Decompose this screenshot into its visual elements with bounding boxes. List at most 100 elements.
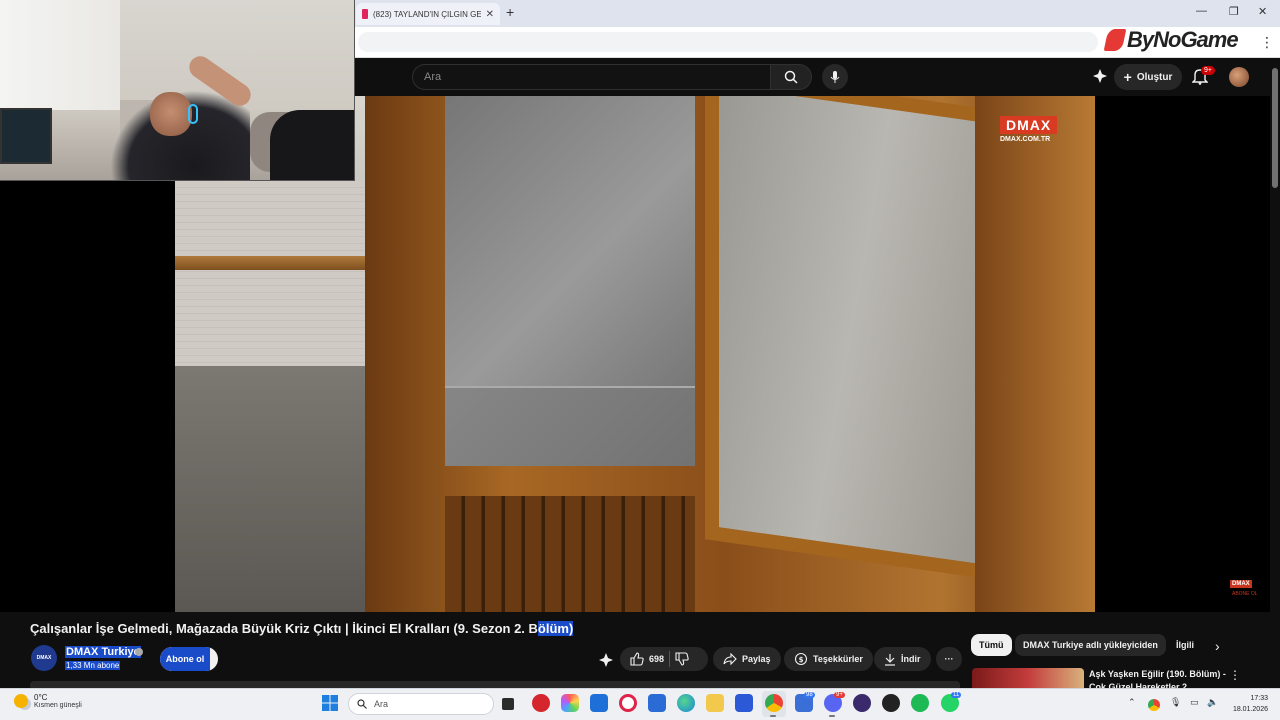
- running-indicator: [770, 715, 776, 717]
- like-dislike-group: 698: [620, 647, 708, 671]
- subscriber-count: 1,33 Mn abone: [65, 661, 121, 670]
- recommended-thumbnail[interactable]: [972, 668, 1084, 688]
- tab-close-icon[interactable]: ✕: [486, 9, 494, 20]
- channel-name[interactable]: DMAX Turkiye: [65, 646, 141, 658]
- weather-widget[interactable]: 0°C Kısmen güneşli: [14, 693, 82, 709]
- svg-text:$: $: [799, 656, 804, 664]
- chip-uploader[interactable]: DMAX Turkiye adlı yükleyiciden: [1015, 634, 1166, 656]
- tray-mic-icon[interactable]: 🎙: [1170, 697, 1181, 708]
- tab-title: (823) TAYLAND'IN ÇILGIN GECE: [373, 9, 481, 19]
- logo-text: ByNoGame: [1127, 27, 1239, 52]
- headphones-icon: [188, 104, 198, 124]
- browser-menu-icon[interactable]: ⋮: [1260, 34, 1274, 51]
- tray-expand-icon[interactable]: ⌃: [1128, 697, 1136, 708]
- share-icon: [723, 653, 737, 665]
- webcam-head: [150, 92, 192, 136]
- search-button[interactable]: [770, 64, 812, 90]
- store-icon[interactable]: [735, 694, 753, 712]
- task-view-icon[interactable]: [502, 698, 514, 710]
- recommended-title[interactable]: Aşk Yaşken Eğilir (190. Bölüm) - Çok Güz…: [1089, 668, 1229, 688]
- thumbs-down-icon[interactable]: [675, 652, 689, 666]
- scrollbar-thumb[interactable]: [1272, 68, 1278, 188]
- corner-dmax-subscribe[interactable]: ABONE OL: [1232, 591, 1258, 597]
- voice-search-button[interactable]: [822, 64, 848, 90]
- temperature: 0°C: [34, 693, 48, 702]
- app-blue-icon[interactable]: [590, 694, 608, 712]
- chrome-icon[interactable]: [765, 694, 783, 712]
- verified-icon: [135, 648, 143, 656]
- plus-icon: +: [1123, 69, 1132, 85]
- super-thanks-icon: $: [794, 652, 808, 666]
- video-scene-glass-shelf: [445, 386, 695, 466]
- share-label: Paylaş: [742, 654, 771, 664]
- partly-sunny-icon: [14, 694, 28, 708]
- tray-network-icon[interactable]: ▭: [1190, 697, 1199, 708]
- app-purple-icon[interactable]: [853, 694, 871, 712]
- minimize-icon[interactable]: —: [1196, 5, 1207, 17]
- notification-badge: 9+: [1201, 66, 1215, 75]
- search-input[interactable]: Ara: [412, 64, 770, 90]
- create-button[interactable]: + Oluştur: [1114, 64, 1182, 90]
- taskbar-search[interactable]: Ara: [348, 693, 494, 715]
- outlook-icon[interactable]: [648, 694, 666, 712]
- dmax-watermark: DMAX DMAX.COM.TR: [1000, 116, 1058, 143]
- like-separator: [669, 651, 671, 667]
- clock-time: 17:33: [1250, 695, 1268, 702]
- tray-chrome-icon[interactable]: [1148, 699, 1160, 711]
- thanks-button[interactable]: $ Teşekkürler: [784, 647, 873, 671]
- subscribe-button[interactable]: Abone ol: [160, 647, 218, 671]
- account-avatar[interactable]: [1229, 67, 1249, 87]
- taskbar-clock[interactable]: 17:33 18.01.2026: [1228, 693, 1268, 715]
- ai-sparkle-icon[interactable]: [1092, 68, 1108, 84]
- bynogame-mark-icon: [1103, 29, 1127, 51]
- webcam-window: [0, 0, 120, 110]
- thumbs-up-icon[interactable]: [630, 652, 644, 666]
- microphone-icon: [830, 70, 840, 83]
- bynogame-logo: ByNoGame: [1103, 27, 1239, 53]
- share-button[interactable]: Paylaş: [713, 647, 781, 671]
- running-indicator: [829, 715, 835, 717]
- channel-avatar[interactable]: DMAX: [31, 645, 57, 671]
- search-icon: [357, 699, 367, 709]
- download-button[interactable]: İndir: [874, 647, 931, 671]
- description-box-top: [30, 681, 960, 688]
- browser-tab[interactable]: (823) TAYLAND'IN ÇILGIN GECE ✕: [356, 3, 500, 25]
- download-icon: [885, 653, 895, 666]
- weather-description: Kısmen güneşli: [34, 702, 82, 709]
- spotify-icon[interactable]: [911, 694, 929, 712]
- dmax-watermark-logo: DMAX: [1000, 116, 1058, 134]
- chip-all[interactable]: Tümü: [971, 634, 1012, 656]
- app-dark-icon[interactable]: [882, 694, 900, 712]
- corner-dmax-logo[interactable]: DMAX: [1230, 580, 1252, 588]
- recommended-more-icon[interactable]: ⋮: [1229, 668, 1241, 682]
- search-icon: [784, 70, 798, 84]
- windows-taskbar: [0, 688, 1280, 720]
- close-window-icon[interactable]: ✕: [1258, 5, 1267, 18]
- page-scrollbar[interactable]: [1270, 58, 1280, 688]
- video-title: Çalışanlar İşe Gelmedi, Mağazada Büyük K…: [30, 621, 574, 636]
- opera-icon[interactable]: [619, 694, 637, 712]
- app-red-icon[interactable]: [532, 694, 550, 712]
- more-actions-button[interactable]: ···: [936, 647, 962, 671]
- badge-98: 98: [804, 692, 815, 698]
- like-count[interactable]: 698: [649, 654, 664, 664]
- ai-sparkle-icon[interactable]: [598, 652, 614, 668]
- chip-related[interactable]: İlgili: [1168, 634, 1202, 656]
- url-field[interactable]: [358, 32, 1098, 52]
- video-scene-side-door: [975, 96, 1095, 612]
- new-tab-button[interactable]: +: [506, 4, 514, 20]
- edge-icon[interactable]: [677, 694, 695, 712]
- clock-date: 18.01.2026: [1232, 706, 1268, 713]
- file-explorer-icon[interactable]: [706, 694, 724, 712]
- create-label: Oluştur: [1136, 71, 1173, 83]
- thanks-label: Teşekkürler: [813, 654, 863, 664]
- tray-volume-icon[interactable]: 🔈: [1207, 697, 1218, 708]
- video-title-main: Çalışanlar İşe Gelmedi, Mağazada Büyük K…: [30, 621, 538, 636]
- webcam-monitor: [0, 108, 52, 164]
- chevron-right-icon[interactable]: ›: [1215, 638, 1220, 654]
- windows-start-icon[interactable]: [322, 695, 338, 711]
- webcam-blanket: [270, 110, 354, 180]
- webcam-overlay: [0, 0, 355, 181]
- maximize-icon[interactable]: ❐: [1229, 5, 1239, 18]
- copilot-icon[interactable]: [561, 694, 579, 712]
